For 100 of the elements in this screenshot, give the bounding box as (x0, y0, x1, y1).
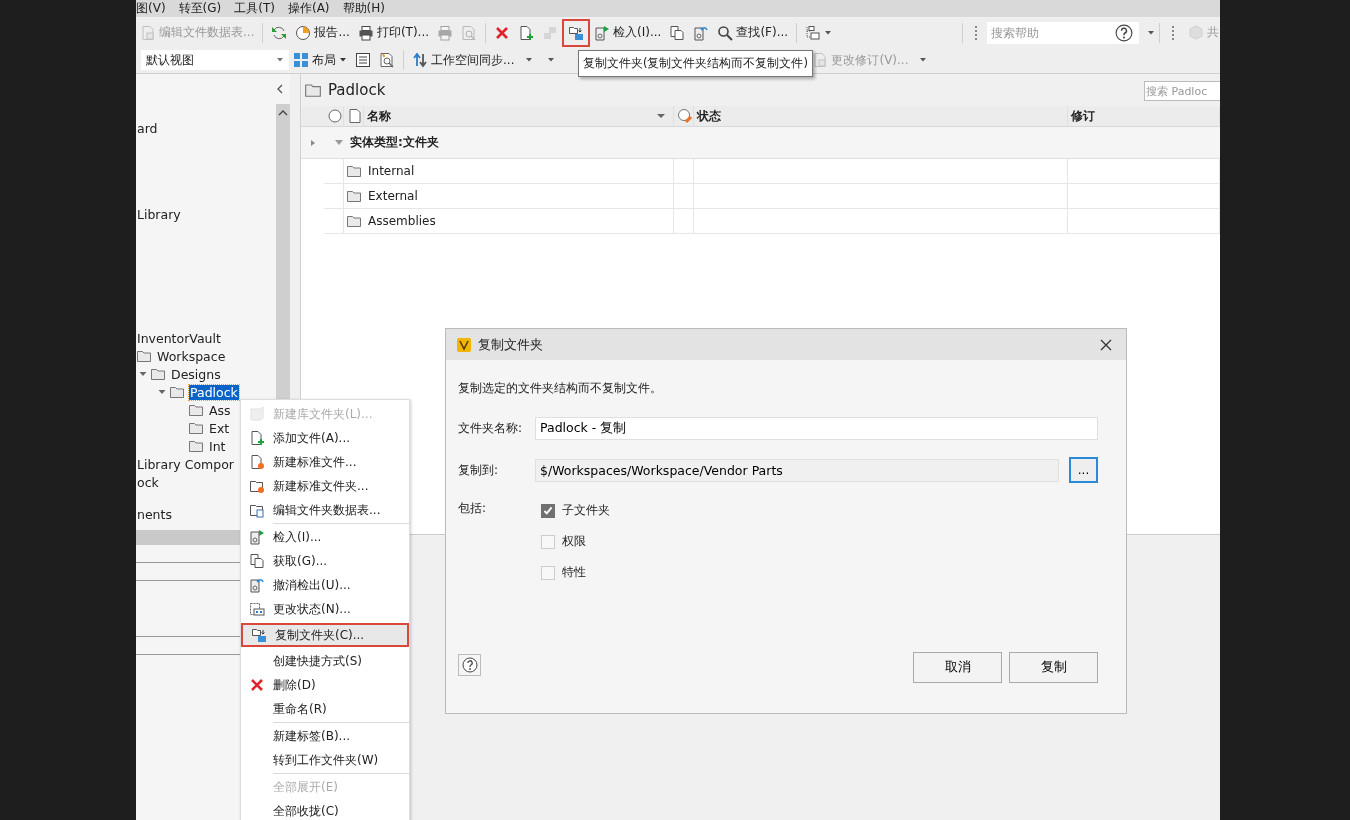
input-field[interactable]: $/Workspaces/Workspace/Vendor Parts (535, 458, 1059, 482)
pie-chart-icon (295, 24, 312, 41)
tree-item[interactable]: Workspace (156, 348, 227, 364)
toolbar-button[interactable]: 布局 (289, 48, 351, 72)
undo-icon (249, 577, 265, 593)
tree-icon (805, 24, 822, 41)
tree-item[interactable]: Designs (170, 366, 222, 382)
folder-icon (150, 366, 166, 382)
folder-icon (346, 163, 362, 179)
file-name: External (368, 189, 418, 203)
checkbox[interactable] (541, 503, 555, 518)
table-cell (674, 209, 694, 234)
tree-item[interactable]: ock (136, 474, 160, 490)
column-header[interactable]: 名称 (364, 106, 674, 127)
menu-item[interactable]: 操作(A) (287, 0, 330, 17)
menu-item[interactable]: 添加文件(A)... (241, 426, 409, 450)
toolbar-button[interactable]: 打印(T)... (353, 20, 434, 45)
menu-item[interactable]: 删除(D) (241, 673, 409, 697)
refresh-icon (271, 24, 288, 41)
caret-icon[interactable] (525, 56, 534, 64)
close-icon[interactable] (1100, 338, 1112, 351)
toolbar-button[interactable]: 查找(F)... (713, 20, 793, 45)
dialog-button[interactable]: 取消 (913, 652, 1002, 683)
new-file-star-icon (249, 454, 265, 470)
menu-item[interactable]: 新建标准文件夹... (241, 474, 409, 498)
caret-icon (276, 56, 284, 64)
new-file-icon (518, 24, 535, 41)
tree-item[interactable]: Ext (208, 420, 231, 436)
caret-icon (824, 28, 833, 37)
column-header[interactable] (674, 106, 694, 127)
tree-item[interactable]: Int (208, 438, 227, 454)
menu-item[interactable]: 创建快捷方式(S) (241, 649, 409, 673)
folder-icon (169, 384, 185, 400)
tree-item[interactable]: InventorVault (136, 330, 222, 346)
menu-item[interactable]: 获取(G)... (241, 549, 409, 573)
folder-table-icon (249, 502, 265, 518)
document-search-icon (379, 52, 395, 68)
table-cell[interactable]: Assemblies (344, 209, 674, 234)
column-header[interactable]: 状态 (694, 106, 1068, 127)
menu-item[interactable]: 更改状态(N)... (241, 597, 409, 621)
help-search-field[interactable]: 搜索帮助 (987, 21, 1139, 44)
toolbar-button[interactable]: 报告... (291, 20, 354, 45)
caret-icon[interactable] (919, 56, 928, 64)
column-header[interactable] (324, 106, 344, 127)
menu-item[interactable]: 工具(T) (234, 0, 275, 17)
grip-icon (1172, 25, 1176, 40)
menu-item[interactable]: 撤消检出(U)... (241, 573, 409, 597)
table-cell[interactable]: External (344, 184, 674, 209)
menu-item[interactable]: 复制文件夹(C)... (241, 623, 409, 647)
menu-item[interactable]: 全部收拢(C) (241, 799, 409, 820)
toolbar-button[interactable]: 检入(I)... (590, 20, 666, 45)
input-field[interactable]: Padlock - 复制 (535, 417, 1098, 440)
column-header[interactable]: 修订 (1068, 106, 1220, 127)
menu-item[interactable]: 转到工作文件夹(W) (241, 748, 409, 772)
tooltip: 复制文件夹(复制文件夹结构而不复制文件) (578, 50, 813, 77)
folder-icon (346, 213, 362, 229)
tree-item[interactable]: nents (136, 506, 173, 522)
file-icon (347, 108, 363, 124)
field-label: 文件夹名称: (458, 420, 524, 437)
folder-icon (188, 402, 204, 418)
file-name: Internal (368, 164, 415, 178)
tree-item[interactable]: Ass (208, 402, 232, 418)
tree-item[interactable]: Padlock (189, 384, 239, 400)
sync-icon (412, 52, 428, 68)
menu-item[interactable]: 帮助(H) (342, 0, 385, 17)
view-dropdown[interactable]: 默认视图 (141, 50, 289, 70)
caret-icon[interactable] (1147, 28, 1155, 37)
dialog-title: 复制文件夹 (478, 335, 543, 354)
table-cell (324, 184, 344, 209)
menu-item[interactable]: 编辑文件夹数据表... (241, 498, 409, 522)
expand-icon[interactable] (309, 138, 317, 147)
menu-item[interactable]: 转至(G) (178, 0, 222, 17)
menu-item[interactable]: 图(V) (136, 0, 166, 17)
circle-icon (327, 108, 343, 124)
table-cell (674, 184, 694, 209)
printer-icon (437, 24, 454, 41)
delete-icon (249, 677, 265, 693)
tree-item[interactable]: ard (136, 120, 159, 136)
column-header[interactable] (344, 106, 364, 127)
new-file-icon (249, 430, 265, 446)
tree-item[interactable]: Library (136, 206, 182, 222)
table-cell[interactable]: Internal (344, 159, 674, 184)
library-icon (249, 406, 265, 422)
toolbar-icon-button[interactable] (562, 18, 591, 47)
cube-icon (1188, 24, 1204, 41)
menu-item[interactable]: 重命名(R) (241, 697, 409, 721)
browse-button[interactable]: ... (1069, 457, 1098, 483)
toolbar-button[interactable]: 工作空间同步... (408, 48, 519, 72)
check-in-icon (249, 529, 265, 545)
dialog-button[interactable]: 复制 (1009, 652, 1098, 683)
menu-item[interactable]: 新建标准文件... (241, 450, 409, 474)
file-name: Assemblies (368, 214, 436, 228)
help-icon (461, 657, 478, 673)
tree-item[interactable]: Library Compor (136, 456, 235, 472)
caret-icon[interactable] (547, 56, 556, 64)
scroll-up-icon[interactable] (278, 110, 288, 116)
document-icon (812, 52, 829, 68)
search-field[interactable]: 搜索 Padloc (1144, 81, 1220, 101)
collapse-icon[interactable] (276, 83, 284, 95)
help-button[interactable] (458, 654, 481, 676)
